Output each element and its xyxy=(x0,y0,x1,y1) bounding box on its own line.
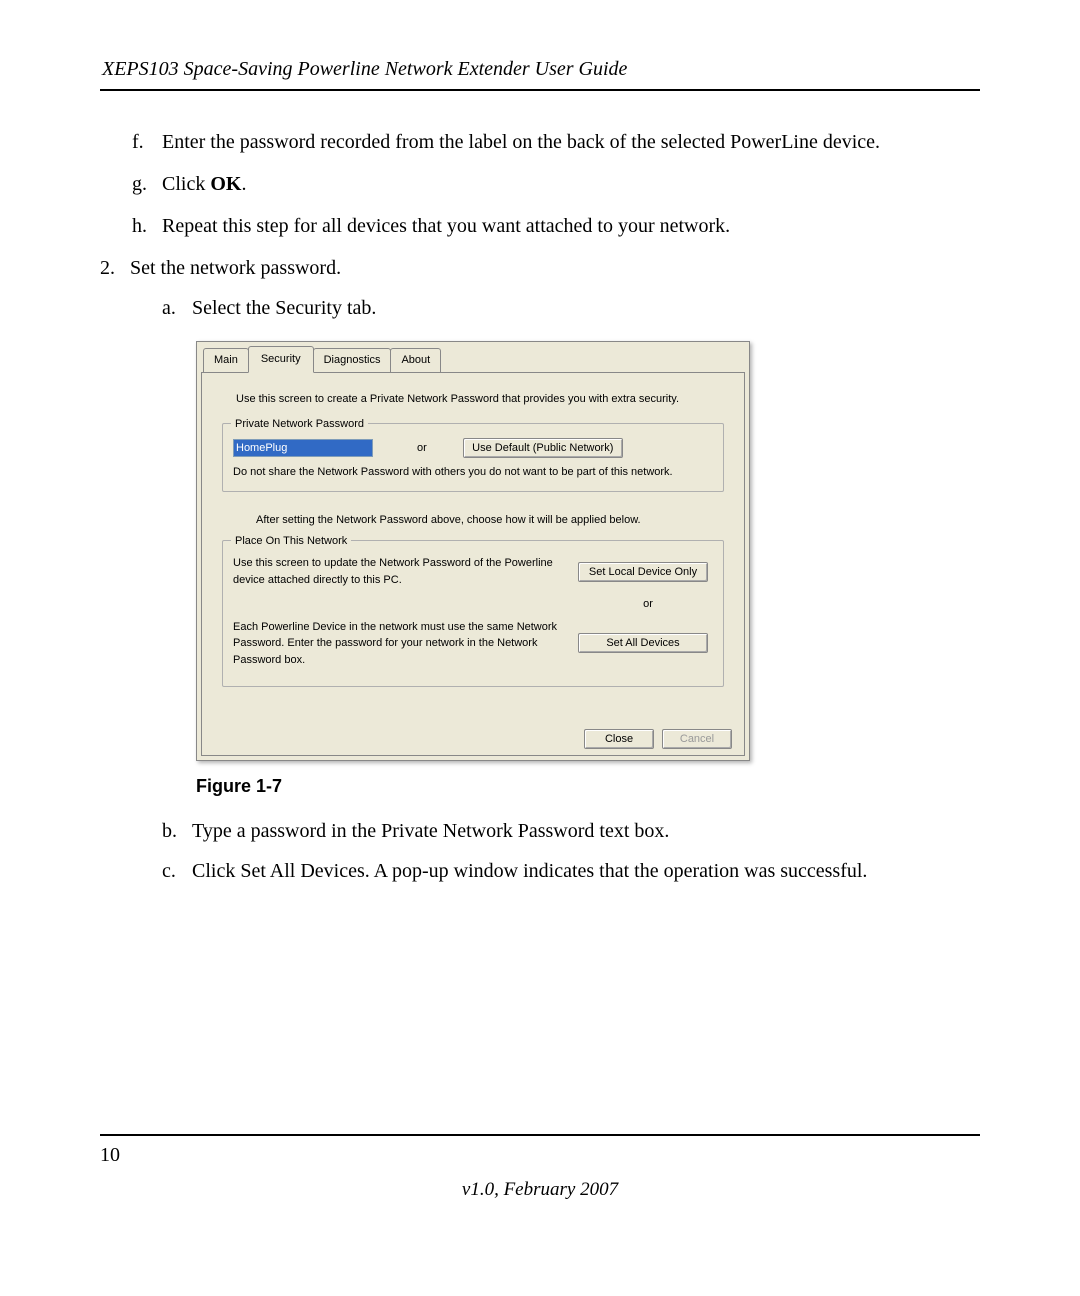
marker-2: 2. xyxy=(100,253,130,896)
marker-2b: b. xyxy=(162,816,192,846)
tab-diagnostics[interactable]: Diagnostics xyxy=(313,348,392,372)
tab-strip: Main Security Diagnostics About xyxy=(197,342,749,372)
group2-title: Place On This Network xyxy=(231,533,351,550)
password-input[interactable] xyxy=(233,439,373,457)
dialog-footer: Close Cancel xyxy=(584,729,732,749)
marker-g: g. xyxy=(132,169,162,199)
all-text: Each Powerline Device in the network mus… xyxy=(233,619,573,669)
step-g: g. Click OK. xyxy=(132,169,980,199)
tab-panel: Use this screen to create a Private Netw… xyxy=(201,372,745,757)
page-header-title: XEPS103 Space-Saving Powerline Network E… xyxy=(100,58,980,81)
intro-text: Use this screen to create a Private Netw… xyxy=(216,387,730,416)
local-row: Use this screen to update the Network Pa… xyxy=(233,555,713,588)
tab-security[interactable]: Security xyxy=(248,346,314,373)
page-number: 10 xyxy=(100,1144,980,1167)
figure-caption: Figure 1-7 xyxy=(196,773,980,800)
step-f-text: Enter the password recorded from the lab… xyxy=(162,127,880,157)
step-2-sub: a. Select the Security tab. xyxy=(130,293,980,323)
header-rule xyxy=(100,89,980,91)
step-f: f. Enter the password recorded from the … xyxy=(132,127,980,157)
step-2c: c. Click Set All Devices. A pop-up windo… xyxy=(162,856,980,886)
step-g-text: Click OK. xyxy=(162,169,246,199)
local-text: Use this screen to update the Network Pa… xyxy=(233,555,573,588)
step-2: 2. Set the network password. a. Select t… xyxy=(100,253,980,896)
step-2a: a. Select the Security tab. xyxy=(162,293,980,323)
use-default-button[interactable]: Use Default (Public Network) xyxy=(463,438,623,458)
tab-main[interactable]: Main xyxy=(203,348,249,372)
tab-about[interactable]: About xyxy=(390,348,441,372)
step-2-sub-bc: b. Type a password in the Private Networ… xyxy=(130,816,980,886)
or-label-1: or xyxy=(417,440,427,457)
warning-text: Do not share the Network Password with o… xyxy=(233,464,713,481)
password-input-row: or Use Default (Public Network) xyxy=(233,438,713,458)
close-button[interactable]: Close xyxy=(584,729,654,749)
step-2c-text: Click Set All Devices. A pop-up window i… xyxy=(192,856,867,886)
numbered-steps: 2. Set the network password. a. Select t… xyxy=(100,253,980,896)
marker-f: f. xyxy=(132,127,162,157)
main-content: f. Enter the password recorded from the … xyxy=(100,127,980,896)
mid-note: After setting the Network Password above… xyxy=(216,500,730,533)
cancel-button: Cancel xyxy=(662,729,732,749)
group-private-password: Private Network Password or Use Default … xyxy=(222,423,724,492)
set-local-button[interactable]: Set Local Device Only xyxy=(578,562,708,582)
marker-2a: a. xyxy=(162,293,192,323)
step-h-text: Repeat this step for all devices that yo… xyxy=(162,211,730,241)
group-place-network: Place On This Network Use this screen to… xyxy=(222,540,724,687)
step-2-text: Set the network password. xyxy=(130,257,341,279)
step-2b: b. Type a password in the Private Networ… xyxy=(162,816,980,846)
security-dialog: Main Security Diagnostics About Use this… xyxy=(196,341,750,761)
or-label-2: or xyxy=(583,596,713,613)
set-all-button[interactable]: Set All Devices xyxy=(578,633,708,653)
all-row: Each Powerline Device in the network mus… xyxy=(233,619,713,669)
footer-rule xyxy=(100,1134,980,1136)
footer-version: v1.0, February 2007 xyxy=(100,1179,980,1201)
sub-steps-fg: f. Enter the password recorded from the … xyxy=(100,127,980,241)
marker-2c: c. xyxy=(162,856,192,886)
step-2b-text: Type a password in the Private Network P… xyxy=(192,816,669,846)
group1-title: Private Network Password xyxy=(231,416,368,433)
step-h: h. Repeat this step for all devices that… xyxy=(132,211,980,241)
marker-h: h. xyxy=(132,211,162,241)
step-2a-text: Select the Security tab. xyxy=(192,293,376,323)
